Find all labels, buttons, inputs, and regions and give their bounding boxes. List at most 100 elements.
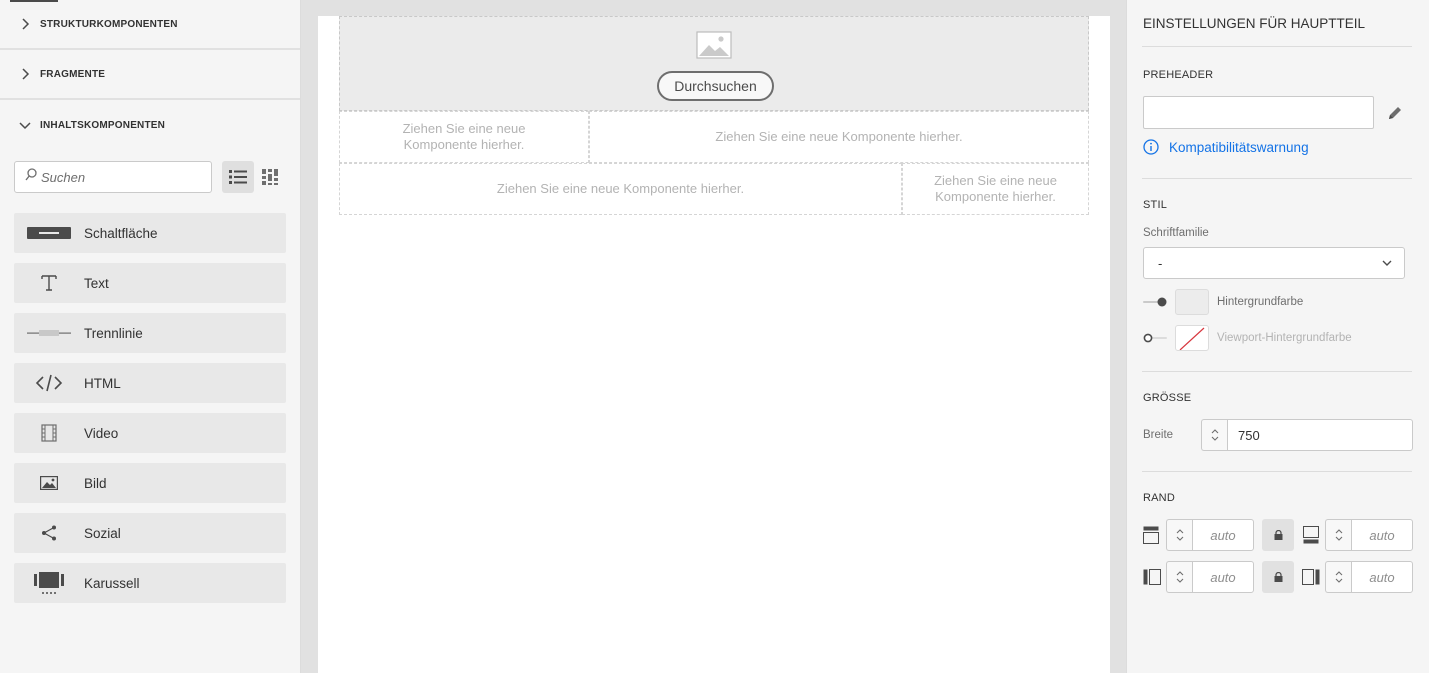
- drop-zone[interactable]: Ziehen Sie eine neue Komponente hierher.: [902, 163, 1089, 215]
- width-stepper[interactable]: [1201, 419, 1227, 451]
- component-button[interactable]: Schaltfläche: [14, 213, 286, 253]
- compatibility-warning-link[interactable]: Kompatibilitätswarnung: [1143, 139, 1309, 155]
- component-label: Video: [84, 425, 119, 441]
- drop-zone-text: Ziehen Sie eine neue Komponente hierher.: [496, 181, 745, 196]
- browse-button[interactable]: Durchsuchen: [657, 71, 774, 101]
- search-icon: [25, 168, 37, 186]
- margin-top-stepper[interactable]: [1166, 519, 1192, 551]
- divider: [1142, 178, 1412, 179]
- drop-zone[interactable]: Ziehen Sie eine neue Komponente hierher.: [339, 111, 589, 163]
- drop-zone-text: Ziehen Sie eine neue Komponente hierher.: [934, 173, 1057, 204]
- component-html[interactable]: HTML: [14, 363, 286, 403]
- background-color-toggle[interactable]: [1143, 297, 1167, 307]
- no-color-icon: [1179, 327, 1205, 350]
- chevron-down-icon[interactable]: [1176, 536, 1184, 541]
- email-canvas: Durchsuchen Ziehen Sie eine neue Komponen…: [318, 16, 1110, 673]
- section-structure-components[interactable]: STRUKTURKOMPONENTEN: [0, 0, 300, 50]
- chevron-up-icon[interactable]: [1211, 429, 1219, 434]
- divider: [1142, 471, 1412, 472]
- lock-margins-button[interactable]: [1262, 561, 1294, 593]
- chevron-right-icon: [18, 17, 32, 31]
- component-video[interactable]: Video: [14, 413, 286, 453]
- chevron-down-icon[interactable]: [1335, 578, 1343, 583]
- chevron-down-icon[interactable]: [1335, 536, 1343, 541]
- size-section-label: GRÖSSE: [1143, 392, 1192, 404]
- components-panel: STRUKTURKOMPONENTEN FRAGMENTE INHALTSKOM…: [0, 0, 301, 673]
- info-icon: [1143, 139, 1159, 155]
- component-label: Trennlinie: [84, 325, 143, 341]
- email-designer: STRUKTURKOMPONENTEN FRAGMENTE INHALTSKOM…: [0, 0, 1429, 673]
- chevron-up-icon[interactable]: [1176, 571, 1184, 576]
- image-icon: [14, 476, 84, 490]
- margin-bottom-input[interactable]: auto: [1351, 519, 1413, 551]
- film-icon: [14, 424, 84, 442]
- component-divider[interactable]: Trennlinie: [14, 313, 286, 353]
- divider-icon: [14, 328, 84, 338]
- component-image[interactable]: Bild: [14, 463, 286, 503]
- lock-margins-button[interactable]: [1262, 519, 1294, 551]
- margin-left-input[interactable]: auto: [1192, 561, 1254, 593]
- search-input[interactable]: [41, 169, 201, 185]
- section-label: INHALTSKOMPONENTEN: [40, 119, 166, 131]
- margin-section-label: RAND: [1143, 492, 1175, 504]
- viewport-background-swatch[interactable]: [1175, 325, 1209, 351]
- width-input[interactable]: 750: [1227, 419, 1413, 451]
- background-color-label: Hintergrundfarbe: [1217, 296, 1304, 308]
- chevron-up-icon[interactable]: [1335, 571, 1343, 576]
- chevron-down-icon[interactable]: [1211, 436, 1219, 441]
- chevron-down-icon: [1382, 260, 1392, 266]
- divider: [1142, 46, 1412, 47]
- component-label: Schaltfläche: [84, 225, 158, 241]
- list-view-button[interactable]: [222, 161, 254, 193]
- component-label: Bild: [84, 475, 107, 491]
- drop-zone[interactable]: Ziehen Sie eine neue Komponente hierher.: [339, 163, 902, 215]
- margin-top-icon: [1143, 526, 1159, 544]
- margin-bottom-icon: [1303, 526, 1319, 544]
- margin-top-input[interactable]: auto: [1192, 519, 1254, 551]
- image-placeholder-block[interactable]: Durchsuchen: [339, 16, 1089, 111]
- divider: [1142, 371, 1412, 372]
- component-social[interactable]: Sozial: [14, 513, 286, 553]
- margin-right-stepper[interactable]: [1325, 561, 1351, 593]
- component-text[interactable]: Text: [14, 263, 286, 303]
- font-family-select[interactable]: -: [1143, 247, 1405, 279]
- chevron-up-icon[interactable]: [1335, 529, 1343, 534]
- list-view-icon: [229, 170, 247, 184]
- style-section-label: STIL: [1143, 199, 1168, 211]
- component-label: Karussell: [84, 575, 140, 591]
- lock-icon: [1274, 530, 1282, 540]
- font-family-label: Schriftfamilie: [1143, 227, 1209, 239]
- background-color-swatch[interactable]: [1175, 289, 1209, 315]
- grid-view-button[interactable]: [254, 161, 286, 193]
- chevron-down-icon[interactable]: [1176, 578, 1184, 583]
- viewport-background-toggle[interactable]: [1143, 333, 1167, 343]
- margin-right-input[interactable]: auto: [1351, 561, 1413, 593]
- edit-pencil-icon[interactable]: [1386, 104, 1404, 127]
- lock-icon: [1274, 572, 1282, 582]
- button-icon: [14, 227, 84, 239]
- panel-title: EINSTELLUNGEN FÜR HAUPTTEIL: [1143, 16, 1366, 31]
- margin-bottom-stepper[interactable]: [1325, 519, 1351, 551]
- section-label: STRUKTURKOMPONENTEN: [40, 18, 178, 30]
- preheader-input[interactable]: [1143, 96, 1374, 129]
- chevron-up-icon[interactable]: [1176, 529, 1184, 534]
- code-icon: [14, 374, 84, 392]
- component-carousel[interactable]: Karussell: [14, 563, 286, 603]
- margin-right-icon: [1302, 569, 1320, 585]
- component-label: HTML: [84, 375, 121, 391]
- section-fragments[interactable]: FRAGMENTE: [0, 50, 300, 100]
- drop-zone[interactable]: Ziehen Sie eine neue Komponente hierher.: [589, 111, 1089, 163]
- component-search-row: [14, 161, 286, 193]
- section-content-components[interactable]: INHALTSKOMPONENTEN: [0, 100, 300, 150]
- settings-panel: EINSTELLUNGEN FÜR HAUPTTEIL PREHEADER Ko…: [1126, 0, 1429, 673]
- width-label: Breite: [1143, 429, 1174, 441]
- component-label: Text: [84, 275, 109, 291]
- chevron-down-icon: [18, 118, 32, 132]
- section-label: FRAGMENTE: [40, 68, 106, 80]
- carousel-icon: [14, 571, 84, 595]
- margin-left-stepper[interactable]: [1166, 561, 1192, 593]
- component-label: Sozial: [84, 525, 121, 541]
- preheader-label: PREHEADER: [1143, 69, 1214, 81]
- image-placeholder-icon: [696, 31, 732, 59]
- grid-view-icon: [262, 169, 278, 185]
